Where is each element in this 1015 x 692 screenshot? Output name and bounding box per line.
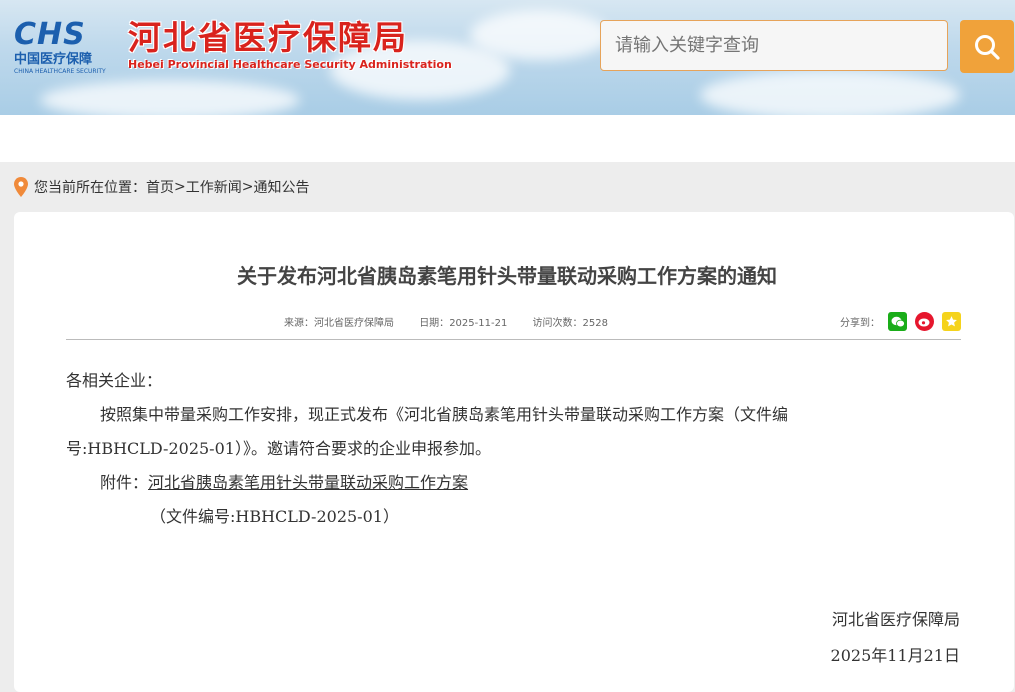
body-paragraph-line1: 按照集中带量采购工作安排，现正式发布《河北省胰岛素笔用针头带量联动采购工作方案（…	[100, 405, 789, 424]
wechat-icon[interactable]	[888, 312, 907, 331]
chs-logo[interactable]: CHS 中国医疗保障 CHINA HEALTHCARE SECURITY	[14, 20, 110, 78]
weibo-icon[interactable]	[915, 312, 934, 331]
breadcrumb-prefix: 您当前所在位置：	[34, 180, 146, 196]
signature-date: 2025年11月21日	[830, 646, 960, 665]
share-label: 分享到：	[840, 318, 880, 329]
breadcrumb-notices[interactable]: 通知公告	[253, 177, 309, 197]
title-divider	[66, 339, 961, 340]
article-card: 关于发布河北省胰岛素笔用针头带量联动采购工作方案的通知 来源：河北省医疗保障局 …	[14, 212, 1014, 692]
attachment-link[interactable]: 河北省胰岛素笔用针头带量联动采购工作方案	[148, 473, 468, 492]
meta-source-value: 河北省医疗保障局	[314, 318, 394, 329]
article-meta: 来源：河北省医疗保障局 日期：2025-11-21 访问次数：2528	[284, 314, 630, 329]
article-body: 各相关企业： 按照集中带量采购工作安排，现正式发布《河北省胰岛素笔用针头带量联动…	[66, 364, 966, 534]
body-paragraph-line2: 号:HBHCLD-2025-01）》。邀请符合要求的企业申报参加。	[66, 439, 491, 458]
salutation: 各相关企业：	[66, 371, 163, 390]
meta-date: 日期：2025-11-21	[419, 318, 507, 329]
site-header: CHS 中国医疗保障 CHINA HEALTHCARE SECURITY 河北省…	[0, 0, 1015, 115]
nav-bar	[0, 115, 1015, 162]
attachment-note: （文件编号:HBHCLD-2025-01）	[150, 507, 399, 526]
location-pin-icon	[14, 177, 28, 197]
meta-source-label: 来源：	[284, 318, 314, 329]
breadcrumb-work-news[interactable]: 工作新闻	[186, 177, 242, 197]
site-title-cn: 河北省医疗保障局	[128, 18, 408, 57]
search-icon	[975, 34, 1000, 60]
meta-views: 访问次数：2528	[533, 318, 608, 329]
meta-date-label: 日期：	[419, 318, 450, 329]
favorite-icon[interactable]	[942, 312, 961, 331]
search-button[interactable]	[960, 20, 1014, 73]
breadcrumb-separator: >	[241, 179, 254, 195]
article-title: 关于发布河北省胰岛素笔用针头带量联动采购工作方案的通知	[237, 264, 777, 288]
meta-date-value: 2025-11-21	[449, 318, 508, 329]
signature-block: 河北省医疗保障局 2025年11月21日	[831, 602, 960, 674]
search-input[interactable]	[600, 20, 948, 71]
logo-mark: CHS	[14, 17, 86, 52]
breadcrumb: 您当前所在位置： 首页 > 工作新闻 > 通知公告	[0, 162, 1015, 212]
meta-source: 来源：河北省医疗保障局	[284, 318, 394, 329]
logo-cn-text: 中国医疗保障	[14, 52, 93, 67]
attachment-label: 附件：	[100, 473, 149, 492]
site-title-en: Hebei Provincial Healthcare Security Adm…	[128, 58, 452, 71]
meta-views-value: 2528	[582, 318, 608, 329]
site-title[interactable]: 河北省医疗保障局 Hebei Provincial Healthcare Sec…	[128, 18, 452, 72]
breadcrumb-separator: >	[174, 179, 186, 195]
meta-views-label: 访问次数：	[532, 318, 583, 329]
signature-org: 河北省医疗保障局	[831, 610, 960, 629]
share-bar: 分享到：	[840, 312, 961, 331]
breadcrumb-home[interactable]: 首页	[146, 177, 174, 197]
logo-en-text: CHINA HEALTHCARE SECURITY	[14, 68, 106, 75]
attachment-line: 附件：河北省胰岛素笔用针头带量联动采购工作方案	[66, 466, 966, 500]
